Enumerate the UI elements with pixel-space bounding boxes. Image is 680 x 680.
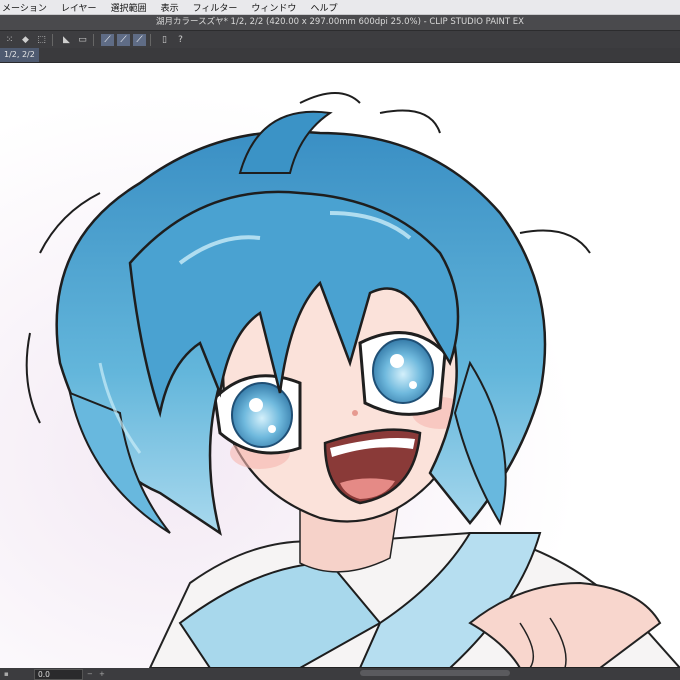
device-icon[interactable]: ▯	[158, 34, 171, 46]
menu-bar: メーション レイヤー 選択範囲 表示 フィルター ウィンドウ ヘルプ	[0, 0, 680, 15]
navigator-icon[interactable]: ▪	[4, 670, 12, 678]
fill-icon[interactable]: ◆	[19, 34, 32, 46]
menu-selection[interactable]: 選択範囲	[111, 1, 147, 14]
zoom-in-icon[interactable]: +	[99, 670, 107, 678]
snap-icon[interactable]: ⁙	[3, 34, 16, 46]
canvas-area[interactable]	[0, 63, 680, 668]
ruler-snap-icon[interactable]: ⟋	[101, 33, 114, 46]
transform-icon[interactable]: ⬚	[35, 34, 48, 46]
window-title: 湖月カラースズヤ* 1/2, 2/2 (420.00 x 297.00mm 60…	[0, 15, 680, 30]
ruler-icon[interactable]: ◣	[60, 34, 73, 46]
right-eye	[358, 331, 447, 416]
zoom-field[interactable]: 0.0	[34, 668, 83, 680]
command-toolbar: ⁙ ◆ ⬚ ◣ ▭ ⟋ ⟋ ⟋ ▯ ?	[0, 30, 680, 48]
status-bar: ▪ 0.0 − +	[0, 668, 680, 680]
menu-view[interactable]: 表示	[161, 1, 179, 14]
ruler-grid-icon[interactable]: ⟋	[133, 33, 146, 46]
canvas-tab[interactable]: 1/2, 2/2	[0, 48, 39, 62]
help-icon[interactable]: ?	[174, 34, 187, 46]
canvas-tab-bar: 1/2, 2/2	[0, 48, 680, 63]
toolbar-divider	[150, 33, 151, 46]
menu-help[interactable]: ヘルプ	[310, 1, 337, 14]
ruler-special-icon[interactable]: ⟋	[117, 33, 130, 46]
toolbar-divider	[52, 33, 53, 46]
menu-filter[interactable]: フィルター	[193, 1, 238, 14]
menu-layer[interactable]: レイヤー	[61, 1, 97, 14]
toolbar-divider	[93, 33, 94, 46]
nose-shape	[352, 410, 358, 416]
artwork-illustration	[0, 63, 680, 668]
ruler-edit-icon[interactable]: ▭	[76, 34, 89, 46]
menu-animation[interactable]: メーション	[2, 1, 47, 14]
zoom-out-icon[interactable]: −	[87, 670, 95, 678]
menu-window[interactable]: ウィンドウ	[251, 1, 296, 14]
horizontal-scrollbar[interactable]	[360, 670, 510, 676]
